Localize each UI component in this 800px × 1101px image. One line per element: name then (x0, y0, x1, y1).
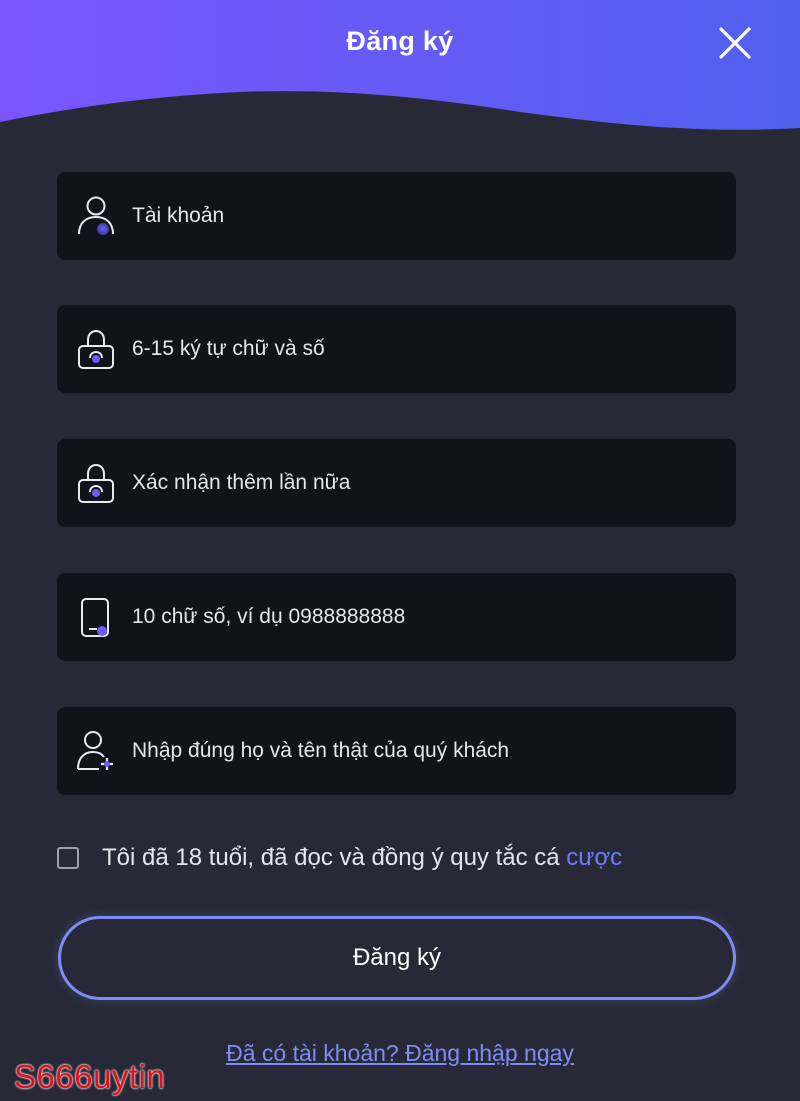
user-icon (78, 196, 114, 235)
watermark: S666uytin (14, 1058, 166, 1095)
confirm-password-field[interactable] (57, 439, 736, 527)
password-input[interactable] (132, 305, 712, 393)
header-wave (0, 0, 800, 130)
full-name-input[interactable] (132, 707, 712, 795)
password-field[interactable] (57, 305, 736, 393)
lock-icon (78, 329, 114, 369)
agreement-link[interactable]: cược (566, 844, 622, 871)
account-field[interactable] (57, 172, 736, 260)
add-user-icon (77, 731, 113, 770)
phone-field[interactable] (57, 573, 736, 661)
agreement-label: Tôi đã 18 tuổi, đã đọc và đồng ý quy tắc… (102, 844, 622, 872)
register-button[interactable]: Đăng ký (58, 916, 736, 1000)
confirm-password-input[interactable] (132, 439, 712, 527)
agreement-checkbox[interactable] (57, 847, 79, 869)
lock-icon (78, 463, 114, 503)
agreement-row: Tôi đã 18 tuổi, đã đọc và đồng ý quy tắc… (57, 840, 622, 876)
register-modal: Đăng ký Tài khoản 10 chữ số, ví dụ 09888… (0, 0, 800, 1101)
full-name-field[interactable] (57, 707, 736, 795)
account-input[interactable] (132, 172, 712, 260)
phone-input[interactable] (132, 573, 712, 661)
close-icon[interactable] (716, 24, 754, 62)
agreement-text: Tôi đã 18 tuổi, đã đọc và đồng ý quy tắc… (102, 844, 567, 871)
phone-icon (81, 598, 109, 637)
page-title: Đăng ký (346, 26, 454, 56)
